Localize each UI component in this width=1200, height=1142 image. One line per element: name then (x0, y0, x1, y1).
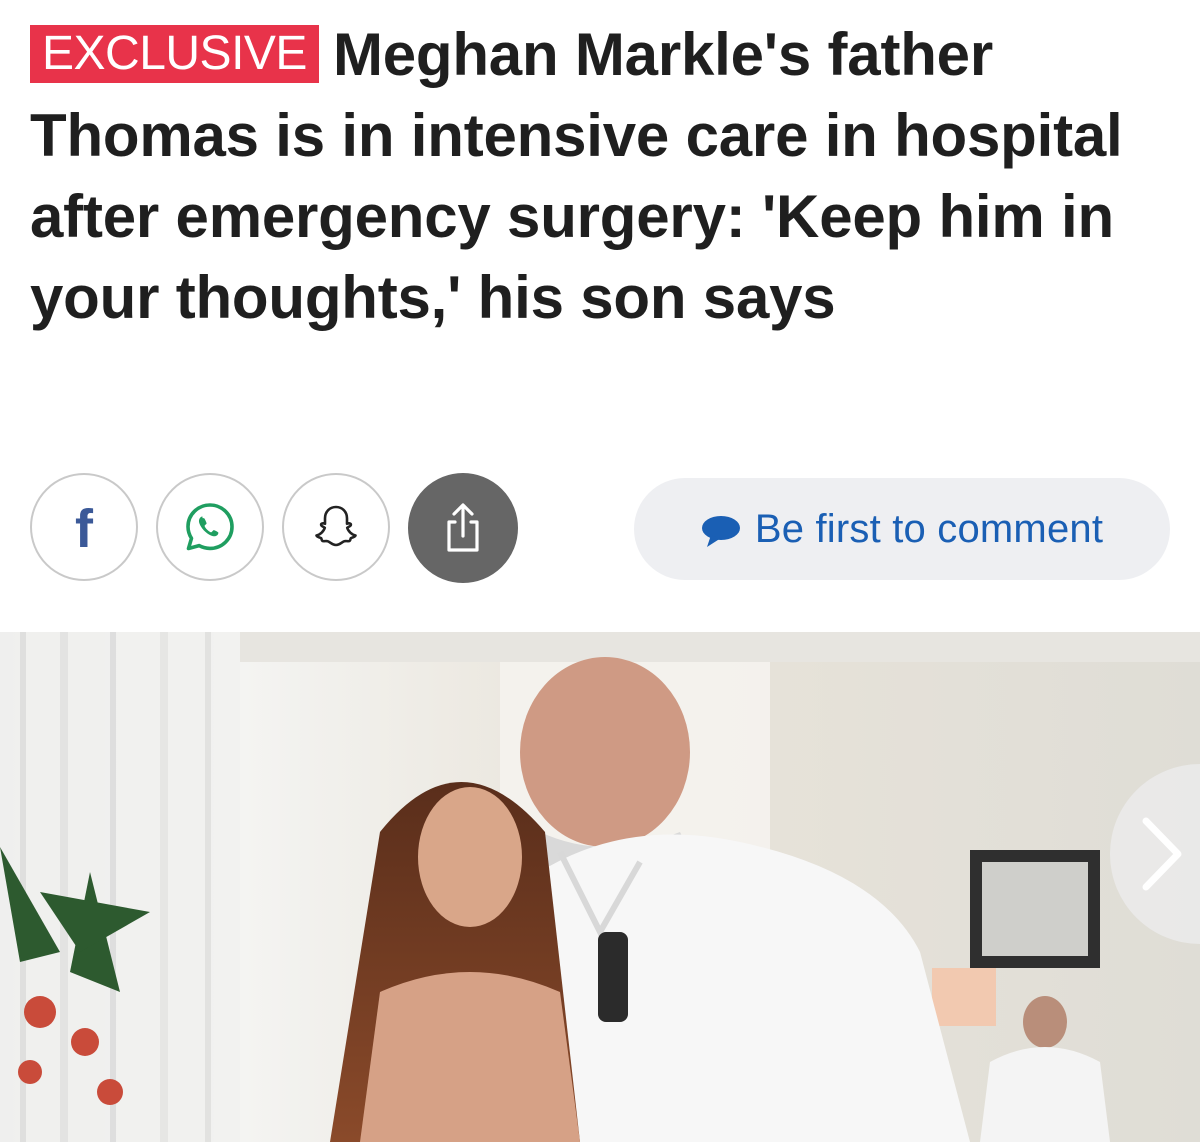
article-photo[interactable] (0, 632, 1200, 1142)
share-icon (447, 503, 479, 552)
speech-bubble-icon (701, 516, 740, 547)
comments-label: Be first to comment (754, 506, 1104, 551)
article-headline: EXCLUSIVE Meghan Markle's father Thomas i… (30, 14, 1180, 338)
more-share-button[interactable] (408, 473, 518, 583)
photo-placeholder-illustration (0, 632, 1200, 1142)
exclusive-badge: EXCLUSIVE (30, 25, 319, 83)
whatsapp-share-button[interactable] (156, 473, 264, 581)
share-bar: f Be first to comment (30, 473, 1170, 585)
article-page: EXCLUSIVE Meghan Markle's father Thomas i… (0, 0, 1200, 1142)
snapchat-icon (315, 505, 357, 547)
facebook-share-button[interactable]: f (30, 473, 138, 581)
snapchat-share-button[interactable] (282, 473, 390, 581)
chevron-right-icon (1142, 817, 1182, 891)
facebook-icon: f (75, 499, 93, 559)
whatsapp-icon (186, 503, 234, 551)
comments-button[interactable]: Be first to comment (634, 478, 1170, 580)
